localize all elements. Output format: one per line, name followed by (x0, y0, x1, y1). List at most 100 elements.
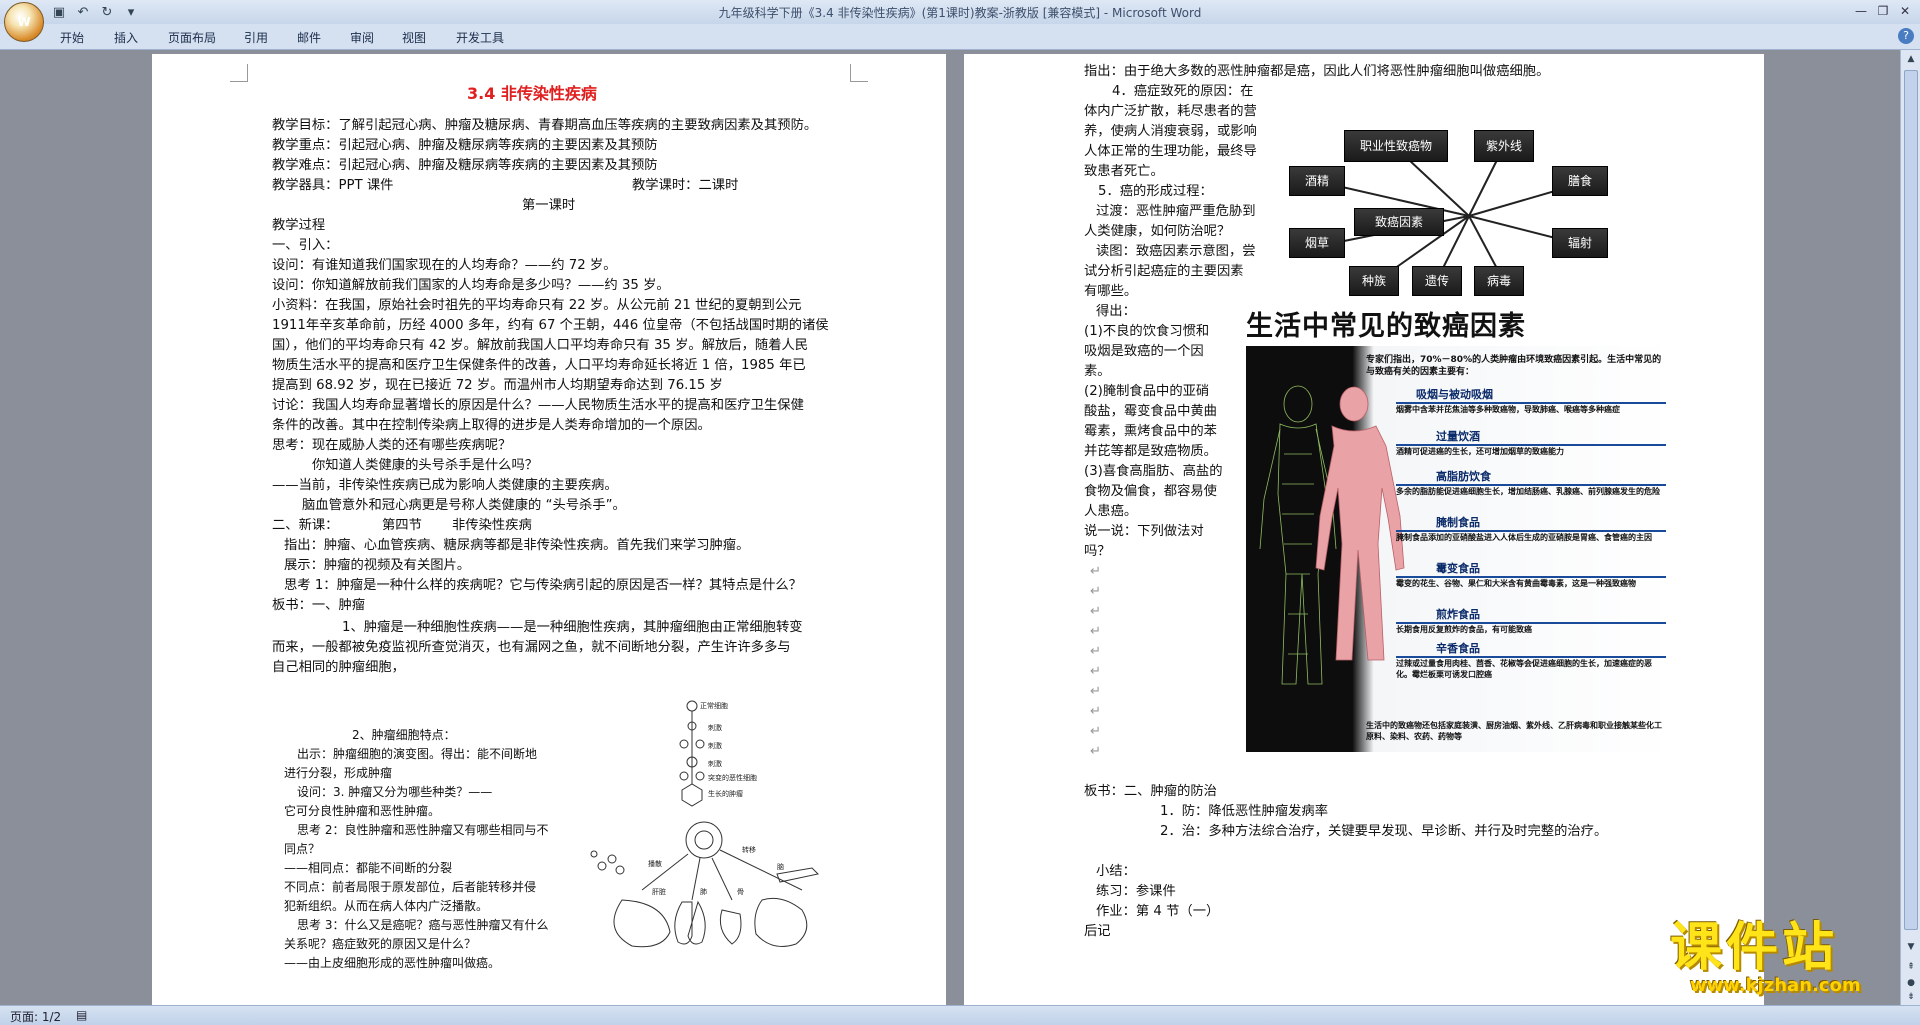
text-line: 过渡：恶性肿瘤严重危胁到 (1096, 204, 1256, 219)
text-line: 教学难点：引起冠心病、肿瘤及糖尿病等疾病的主要因素及其预防 (272, 158, 658, 173)
text-line: 试分析引起癌症的主要因素 (1084, 264, 1244, 279)
text-line: 思考 2：良性肿瘤和恶性肿瘤又有哪些相同与不 (297, 823, 549, 837)
diagram-node: 酒精 (1289, 166, 1345, 196)
help-icon[interactable]: ? (1898, 28, 1914, 44)
tab-references[interactable]: 引用 (244, 29, 268, 46)
text-line: 条件的改善。其中在控制传染病上取得的进步是人类寿命增加的一个原因。 (272, 418, 711, 433)
text-line: 并芘等都是致癌物质。 (1084, 444, 1217, 459)
poster-item: 煎炸食品 长期食用反复煎炸的食品，有可能致癌 (1396, 608, 1666, 642)
poster-item-heading: 腌制食品 (1396, 516, 1666, 532)
watermark-url: www.kjzhan.com (1690, 975, 1861, 996)
text-line: 小资料：在我国，原始社会时祖先的平均寿命只有 22 岁。从公元前 21 世纪的夏… (272, 298, 802, 313)
page-count[interactable]: 页面: 1/2 (10, 1008, 61, 1025)
paragraph-mark: ↵ (1090, 684, 1102, 699)
paragraph-mark: ↵ (1090, 624, 1102, 639)
paragraph-mark: ↵ (1090, 744, 1102, 759)
text-line: 国），他们的平均寿命只有 42 岁。解放前我国人口平均寿命只有 35 岁。解放后… (272, 338, 809, 353)
paragraph-mark: ↵ (1090, 664, 1102, 679)
text-line: 体内广泛扩散，耗尽患者的营 (1084, 104, 1257, 119)
close-icon[interactable]: ✕ (1894, 2, 1916, 20)
status-bar: 页面: 1/2 ▤ (0, 1005, 1920, 1025)
diagram-node: 紫外线 (1474, 130, 1534, 162)
tab-developer[interactable]: 开发工具 (456, 29, 504, 46)
text-line: 板书：二、肿瘤的防治 (1084, 784, 1217, 799)
poster-item: 腌制食品 腌制食品添加的亚硝酸盐进入人体后生成的亚硝胺是胃癌、食管癌的主因 (1396, 516, 1666, 562)
text-line: (3)喜食高脂肪、高盐的 (1084, 464, 1223, 479)
text-line: 第四节 (382, 518, 422, 533)
tab-insert[interactable]: 插入 (114, 29, 138, 46)
maximize-icon[interactable]: ❐ (1872, 2, 1894, 20)
diagram-label: 骨 (737, 888, 744, 896)
text-line: 1、肿瘤是一种细胞性疾病——是一种细胞性疾病，其肿瘤细胞由正常细胞转变 (342, 620, 803, 635)
minimize-icon[interactable]: — (1850, 2, 1872, 20)
tab-page-layout[interactable]: 页面布局 (168, 29, 216, 46)
poster-footer: 生活中的致癌物还包括家庭装潢、厨房油烟、紫外线、乙肝病毒和职业接触某些化工原料、… (1366, 721, 1662, 741)
window-controls: — ❐ ✕ (1850, 2, 1916, 20)
diagram-node: 种族 (1349, 266, 1399, 296)
diagram-label: 生长的肿瘤 (708, 789, 743, 798)
text-line: 它可分良性肿瘤和恶性肿瘤。 (284, 804, 441, 818)
ribbon-tabs: 开始 插入 页面布局 引用 邮件 审阅 视图 开发工具 ? (0, 24, 1920, 50)
text-line: 讨论：我国人均寿命显著增长的原因是什么？——人民物质生活水平的提高和医疗卫生保健 (272, 398, 804, 413)
text-line: 练习：参课件 (1096, 884, 1176, 899)
window-title: 九年级科学下册《3.4 非传染性疾病》(第1课时)教案-浙教版 [兼容模式] -… (718, 6, 1202, 20)
text-line: 教学目标：了解引起冠心病、肿瘤及糖尿病、青春期高血压等疾病的主要致病因素及其预防… (272, 118, 818, 133)
tab-home[interactable]: 开始 (60, 29, 84, 46)
text-line: 读图：致癌因素示意图，尝 (1096, 244, 1256, 259)
paragraph-mark: ↵ (1090, 724, 1102, 739)
carcinogen-poster: 生活中常见的致癌因素 专家们指出，70%－80%的人类肿瘤由环境致癌因素引起。生… (1246, 310, 1672, 752)
paragraph-mark: ↵ (1090, 604, 1102, 619)
text-line: 4．癌症致死的原因：在 (1112, 84, 1254, 99)
next-page-icon[interactable]: ⇟ (1904, 990, 1918, 1004)
poster-item: 霉变食品 霉变的花生、谷物、果仁和大米含有黄曲霉毒素，这是一种强致癌物 (1396, 562, 1666, 608)
text-line: ——相同点：都能不间断的分裂 (284, 861, 453, 875)
text-line: 关系呢？癌症致死的原因又是什么？ (284, 937, 477, 951)
text-line: 素。 (1084, 364, 1111, 379)
text-line: 设问：3. 肿瘤又分为哪些种类？—— (297, 785, 493, 799)
text-line: 说一说：下列做法对 (1084, 524, 1204, 539)
scrollbar-thumb[interactable] (1904, 70, 1918, 930)
diagram-node: 烟草 (1289, 228, 1345, 258)
text-line: (1)不良的饮食习惯和 (1084, 324, 1210, 339)
diagram-node: 辐射 (1552, 228, 1608, 258)
poster-item: 过量饮酒 酒精可促进癌的生长，还可增加烟草的致癌能力 (1396, 430, 1666, 470)
poster-item-text: 过辣或过量食用肉桂、茴香、花椒等会促进癌细胞的生长，加速癌症的恶化。霉烂板栗可诱… (1396, 659, 1652, 679)
text-line: 你知道人类健康的头号杀手是什么吗？ (312, 458, 539, 473)
scroll-down-icon[interactable]: ▼ (1904, 940, 1918, 954)
text-line: 非传染性疾病 (452, 518, 532, 533)
text-line: 霉素，熏烤食品中的苯 (1084, 424, 1217, 439)
text-line: 指出：由于绝大多数的恶性肿瘤都是癌，因此人们将恶性肿瘤细胞叫做癌细胞。 (1084, 64, 1550, 79)
poster-item-heading: 煎炸食品 (1396, 608, 1666, 624)
text-line: 设问：你知道解放前我们国家的人均寿命是多少吗？——约 35 岁。 (272, 278, 670, 293)
text-line: 教学过程 (272, 218, 326, 233)
paragraph-mark: ↵ (1090, 704, 1102, 719)
document-workspace: 3.4 非传染性疾病 教学目标：了解引起冠心病、肿瘤及糖尿病、青春期高血压等疾病… (0, 50, 1900, 1005)
text-line: 设问：有谁知道我们国家现在的人均寿命？——约 72 岁。 (272, 258, 617, 273)
poster-item-heading: 吸烟与被动吸烟 (1396, 388, 1666, 404)
text-line: 人患癌。 (1084, 504, 1138, 519)
track-changes-icon[interactable]: ▤ (76, 1008, 87, 1022)
tab-view[interactable]: 视图 (402, 29, 426, 46)
poster-item: 辛香食品 过辣或过量食用肉桂、茴香、花椒等会促进癌细胞的生长，加速癌症的恶化。霉… (1396, 642, 1666, 688)
office-button[interactable]: W (4, 2, 44, 42)
poster-item: 高脂肪饮食 多余的脂肪能促进癌细胞生长，增加结肠癌、乳腺癌、前列腺癌发生的危险 (1396, 470, 1666, 516)
text-line: 人类健康，如何防治呢？ (1084, 224, 1231, 239)
vertical-scrollbar[interactable]: ▲ ▼ ⇞ ● ⇟ (1900, 50, 1920, 1005)
previous-page-icon[interactable]: ⇞ (1904, 960, 1918, 974)
text-line: 1911年辛亥革命前，历经 4000 多年，约有 67 个王朝，446 位皇帝（… (272, 318, 829, 333)
tab-mailings[interactable]: 邮件 (297, 29, 321, 46)
browse-object-icon[interactable]: ● (1904, 976, 1918, 990)
scroll-up-icon[interactable]: ▲ (1904, 52, 1918, 66)
diagram-label: 正常细胞 (700, 701, 728, 710)
diagram-label: 刺激 (708, 741, 722, 750)
diagram-label: 播散 (648, 859, 662, 868)
text-line: 同点？ (284, 842, 321, 856)
diagram-node: 遗传 (1412, 266, 1462, 296)
poster-item-list: 吸烟与被动吸烟 烟雾中含苯并芘焦油等多种致癌物，导致肺癌、喉癌等多种癌症 过量饮… (1396, 388, 1666, 688)
text-line: 提高到 68.92 岁，现在已接近 72 岁。而温州市人均期望寿命达到 76.1… (272, 378, 723, 393)
text-line: 小结： (1096, 864, 1136, 879)
tab-review[interactable]: 审阅 (350, 29, 374, 46)
text-line: 教学课时：二课时 (632, 178, 739, 193)
tumor-development-diagram: 正常细胞 刺激 刺激 刺激 突变的恶性细胞 生长的肿瘤 播散 转移 肝脏 肺 骨… (590, 700, 820, 948)
text-line: 第一课时 (522, 198, 576, 213)
